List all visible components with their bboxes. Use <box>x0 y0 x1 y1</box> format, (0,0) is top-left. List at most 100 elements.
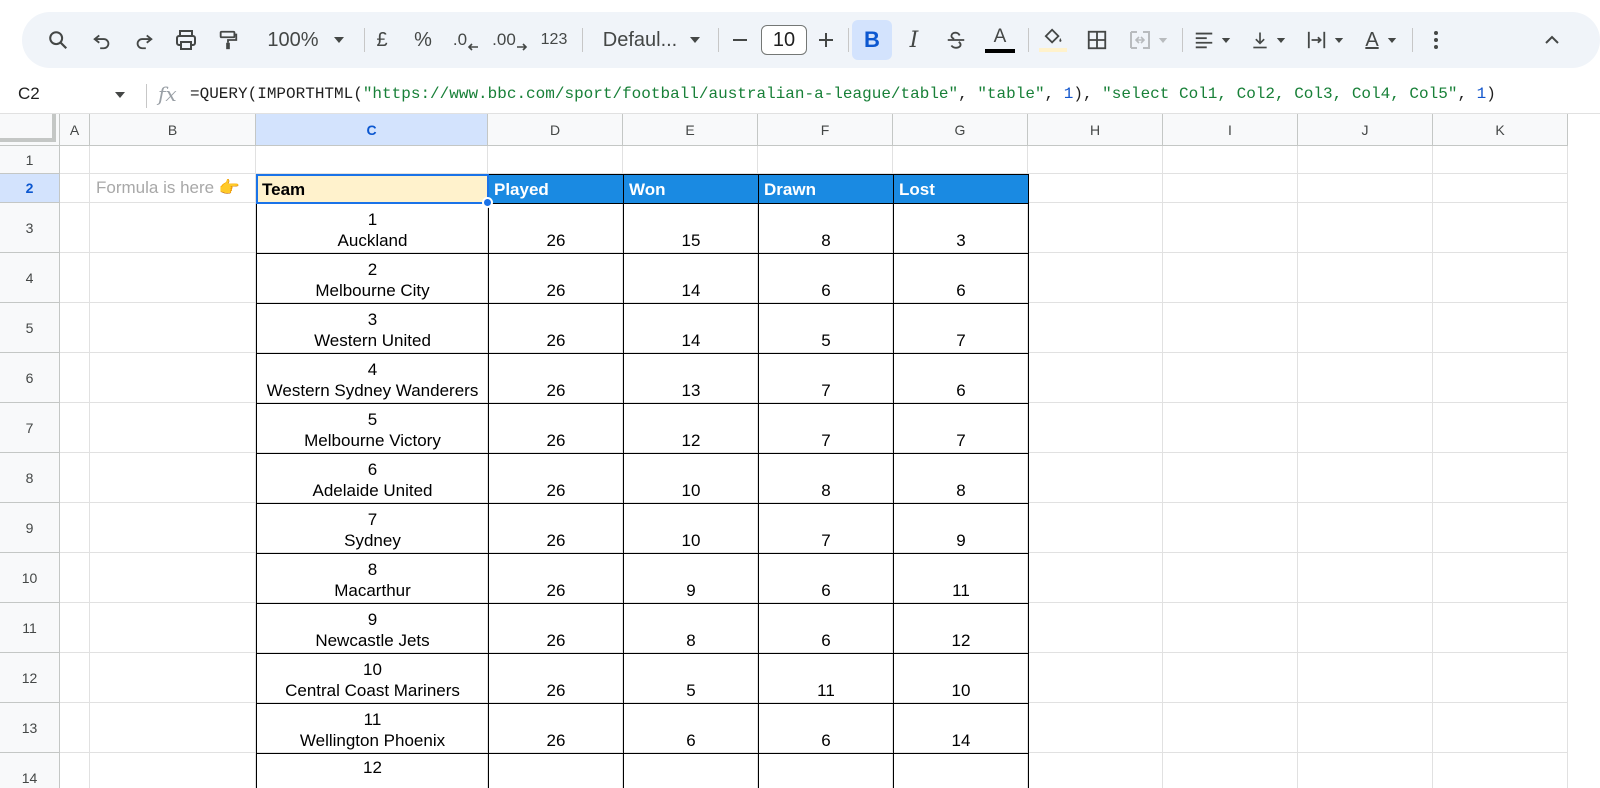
paint-format-button[interactable] <box>208 12 248 68</box>
table-cell-played[interactable]: 26 <box>488 403 624 454</box>
table-cell-played[interactable]: 26 <box>488 253 624 304</box>
table-cell-won[interactable]: 10 <box>623 453 759 504</box>
table-cell-lost[interactable]: 7 <box>893 303 1029 354</box>
table-cell-team[interactable]: 5 Melbourne Victory <box>256 403 489 454</box>
merge-cells-button[interactable] <box>1120 12 1176 68</box>
table-cell-team[interactable]: 8 Macarthur <box>256 553 489 604</box>
grid-cell[interactable] <box>1433 753 1568 788</box>
grid-cell[interactable] <box>1433 146 1568 174</box>
table-cell-won[interactable]: 13 <box>623 353 759 404</box>
grid-cell[interactable] <box>60 303 90 353</box>
table-cell-won[interactable]: 14 <box>623 303 759 354</box>
grid-cell[interactable] <box>1298 553 1433 603</box>
grid-cell[interactable] <box>1298 303 1433 353</box>
grid-cell[interactable] <box>1163 146 1298 174</box>
grid-cell[interactable] <box>90 603 256 653</box>
grid-cell[interactable] <box>1028 253 1163 303</box>
grid-cell[interactable] <box>1028 353 1163 403</box>
grid-cell[interactable] <box>90 753 256 788</box>
row-header-3[interactable]: 3 <box>0 203 60 253</box>
decrease-decimal-button[interactable]: .0 <box>446 12 486 68</box>
grid-cell[interactable] <box>1298 503 1433 553</box>
table-cell-drawn[interactable]: 7 <box>758 503 894 554</box>
table-cell-played[interactable]: 26 <box>488 553 624 604</box>
fill-color-button[interactable] <box>1032 12 1074 68</box>
name-box[interactable]: C2 <box>18 84 40 104</box>
grid-cell[interactable] <box>1028 453 1163 503</box>
grid-cell[interactable] <box>1298 353 1433 403</box>
grid-cell[interactable] <box>1433 553 1568 603</box>
table-cell-won[interactable]: 9 <box>623 553 759 604</box>
column-header-i[interactable]: I <box>1163 114 1298 146</box>
fill-handle[interactable] <box>482 197 493 208</box>
grid-cell[interactable] <box>60 174 90 203</box>
grid-cell[interactable] <box>1163 553 1298 603</box>
table-cell-drawn[interactable]: 5 <box>758 303 894 354</box>
grid-cell[interactable] <box>60 146 90 174</box>
grid-cell[interactable] <box>90 453 256 503</box>
table-cell-team[interactable]: 1 Auckland <box>256 203 489 254</box>
increase-font-size-button[interactable] <box>808 12 844 68</box>
grid-cell[interactable] <box>1028 703 1163 753</box>
table-cell-drawn[interactable]: 6 <box>758 553 894 604</box>
grid-cell[interactable] <box>1163 603 1298 653</box>
horizontal-align-button[interactable] <box>1186 12 1238 68</box>
grid-cell[interactable] <box>1028 146 1163 174</box>
table-cell-won[interactable]: 5 <box>623 653 759 704</box>
grid-cell[interactable] <box>1163 353 1298 403</box>
grid-cell[interactable] <box>1433 453 1568 503</box>
grid-cell[interactable] <box>1028 174 1163 203</box>
grid-cell[interactable] <box>90 146 256 174</box>
borders-button[interactable] <box>1076 12 1118 68</box>
column-header-g[interactable]: G <box>893 114 1028 146</box>
table-cell-won[interactable]: 14 <box>623 253 759 304</box>
grid-cell[interactable] <box>1433 403 1568 453</box>
grid-cell[interactable] <box>1028 503 1163 553</box>
table-cell-lost[interactable]: 12 <box>893 603 1029 654</box>
grid-cell[interactable] <box>60 453 90 503</box>
table-cell-won[interactable]: 8 <box>623 603 759 654</box>
grid-cell[interactable] <box>1433 174 1568 203</box>
grid-cell[interactable] <box>1433 353 1568 403</box>
grid-cell[interactable] <box>60 753 90 788</box>
grid-cell[interactable] <box>90 503 256 553</box>
row-header-9[interactable]: 9 <box>0 503 60 553</box>
grid-cell[interactable] <box>1433 303 1568 353</box>
column-header-f[interactable]: F <box>758 114 893 146</box>
redo-button[interactable] <box>124 12 164 68</box>
spreadsheet-grid[interactable]: A B C D E F G H I J K 1 2 3 4 5 6 7 8 9 10 11 12 13 14 Formula is… <box>0 114 1600 788</box>
grid-cell[interactable] <box>1163 703 1298 753</box>
table-header-lost[interactable]: Lost <box>893 174 1029 204</box>
table-cell-drawn[interactable]: 7 <box>758 403 894 454</box>
vertical-align-button[interactable] <box>1242 12 1294 68</box>
print-button[interactable] <box>166 12 206 68</box>
row-header-11[interactable]: 11 <box>0 603 60 653</box>
collapse-toolbar-button[interactable] <box>1534 12 1570 68</box>
table-cell-lost[interactable] <box>893 753 1029 788</box>
row-header-14[interactable]: 14 <box>0 753 60 788</box>
grid-cell[interactable] <box>90 403 256 453</box>
row-header-10[interactable]: 10 <box>0 553 60 603</box>
grid-cell[interactable] <box>1298 203 1433 253</box>
table-cell-team[interactable]: 9 Newcastle Jets <box>256 603 489 654</box>
zoom-select[interactable]: 100% <box>258 12 354 68</box>
table-cell-lost[interactable]: 3 <box>893 203 1029 254</box>
text-wrapping-button[interactable] <box>1298 12 1352 68</box>
column-header-h[interactable]: H <box>1028 114 1163 146</box>
grid-cell[interactable] <box>1298 146 1433 174</box>
grid-cell[interactable] <box>1433 203 1568 253</box>
grid-cell[interactable] <box>60 503 90 553</box>
table-cell-played[interactable] <box>488 753 624 788</box>
table-cell-team[interactable]: 10 Central Coast Mariners <box>256 653 489 704</box>
grid-cell[interactable] <box>60 703 90 753</box>
row-header-2[interactable]: 2 <box>0 174 60 203</box>
table-cell-played[interactable]: 26 <box>488 703 624 754</box>
font-family-select[interactable]: Defaul... <box>592 12 712 68</box>
row-header-5[interactable]: 5 <box>0 303 60 353</box>
decrease-font-size-button[interactable] <box>722 12 758 68</box>
column-header-k[interactable]: K <box>1433 114 1568 146</box>
grid-cell[interactable] <box>1433 603 1568 653</box>
grid-cell[interactable] <box>1028 303 1163 353</box>
column-header-d[interactable]: D <box>488 114 623 146</box>
search-menus-button[interactable] <box>38 12 78 68</box>
